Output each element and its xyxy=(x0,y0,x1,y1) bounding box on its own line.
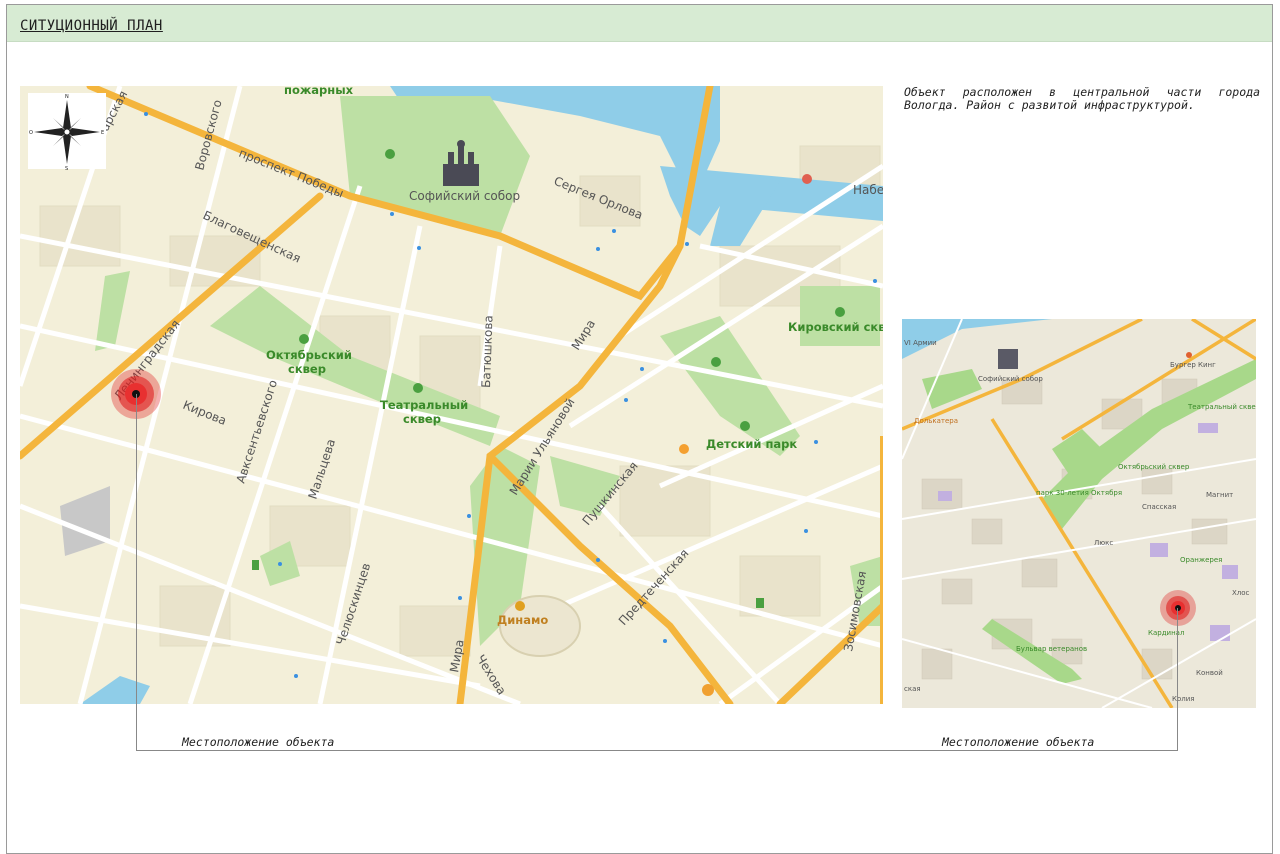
leader-line-horizontal xyxy=(136,750,1178,751)
map-label-teatr1: Театральный xyxy=(380,398,468,412)
mini-label-oktyabr: Октябрьский сквер xyxy=(1118,463,1190,471)
map-label-teatr2: сквер xyxy=(403,412,441,426)
leader-line-right-vertical xyxy=(1177,608,1178,750)
compass-e: E xyxy=(101,130,104,136)
sheet-title: СИТУЦИОННЫЙ ПЛАН xyxy=(20,18,163,34)
title-band xyxy=(7,5,1272,42)
leader-line-left-vertical xyxy=(136,394,137,750)
map-label-kirovskiy: Кировский сквер xyxy=(788,320,883,334)
mini-label-burger: Бургер Кинг xyxy=(1170,361,1216,369)
mini-label-spasskaya: Спасская xyxy=(1142,503,1176,511)
mini-label-teatr: Театральный сквер xyxy=(1187,403,1256,411)
caption-right: Местоположение объекта xyxy=(942,735,1095,749)
map-label-dinamo: Динамо xyxy=(497,613,548,627)
mini-label-magnit: Магнит xyxy=(1206,491,1233,499)
caption-left: Местоположение объекта xyxy=(182,735,335,749)
mini-label-kardinal: Кардинал xyxy=(1148,629,1184,637)
mini-label-sofia: Софийский собор xyxy=(978,375,1043,383)
compass-n: N xyxy=(65,94,69,100)
map-label-detskiy: Детский парк xyxy=(706,437,797,451)
mini-label-lux: Люкс xyxy=(1094,539,1113,547)
map-label-pozharnyh: пожарных xyxy=(284,86,354,97)
mini-label-park30: парк 30-летия Октября xyxy=(1036,489,1122,497)
map-label-batyushkova: Батюшкова xyxy=(479,315,496,388)
map-label-oktyabr2: сквер xyxy=(288,362,326,376)
map-label-naber: Набер xyxy=(853,183,883,197)
mini-label-khlos: Хлос xyxy=(1232,589,1250,597)
mini-label-konvoy: Конвой xyxy=(1196,669,1223,677)
main-map[interactable]: пожарных Воровского тарская проспект Поб… xyxy=(20,86,883,704)
mini-map[interactable]: VI Армии Софийский собор Бургер Кинг Дол… xyxy=(902,319,1256,708)
compass-rose-icon: N S E O xyxy=(28,93,106,172)
mini-label-bulvar: Бульвар ветеранов xyxy=(1016,645,1087,653)
object-description: Объект расположен в центральной части го… xyxy=(904,85,1260,112)
map-label-sofia: Софийский собор xyxy=(409,189,520,203)
compass-w: O xyxy=(29,130,33,136)
compass-s: S xyxy=(65,166,68,172)
mini-label-dolkatera: Долькатера xyxy=(914,417,958,425)
mini-label-armii: VI Армии xyxy=(904,339,937,347)
mini-label-kolia: Колия xyxy=(1172,695,1195,703)
mini-label-kaya: ская xyxy=(904,685,921,693)
mini-label-oranzh: Оранжерея xyxy=(1180,556,1222,564)
map-label-oktyabr1: Октябрьский xyxy=(266,348,352,362)
mini-location-marker-icon[interactable] xyxy=(1160,590,1196,626)
